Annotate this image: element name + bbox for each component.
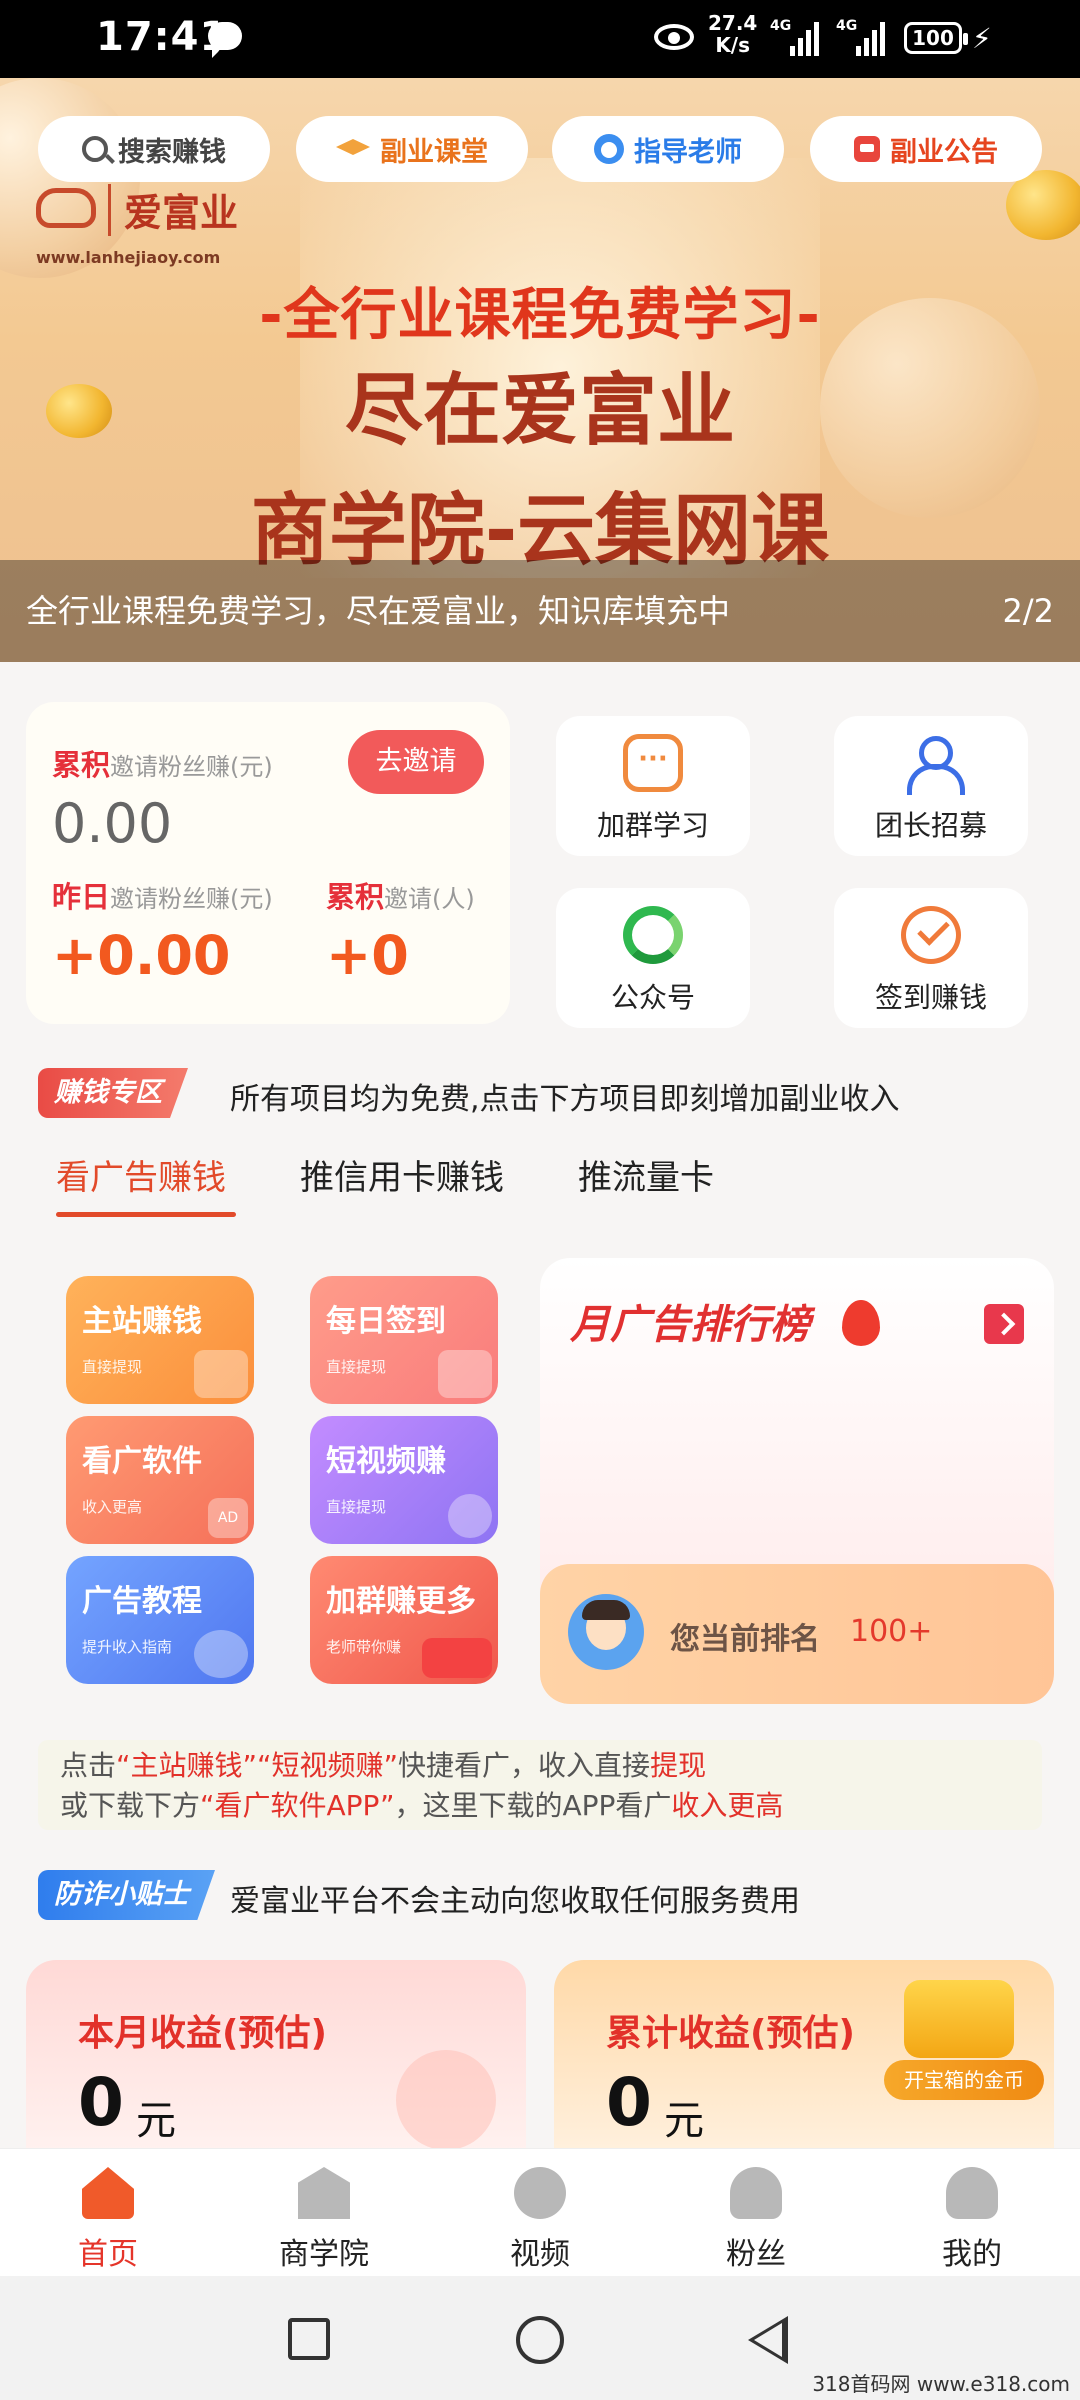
invited-count: +0: [326, 924, 409, 987]
team-icon: [901, 734, 965, 795]
signal-type-2: 4G: [836, 18, 858, 34]
fraud-tip-text: 爱富业平台不会主动向您收取任何服务费用: [230, 1884, 800, 1919]
feature-join-group-more[interactable]: 加群赚更多 老师带你赚: [310, 1556, 498, 1684]
chat-bubble-icon: [623, 734, 683, 792]
quick-tile-team-leader[interactable]: 团长招募: [834, 716, 1028, 856]
fans-icon: [730, 2167, 782, 2219]
bottom-navigation: 首页 商学院 视频 粉丝 我的: [0, 2148, 1080, 2276]
monthly-earnings-value: 0: [78, 2064, 124, 2141]
fraud-tip-tag: 防诈小贴士: [38, 1870, 215, 1920]
search-icon: [82, 136, 108, 162]
tab-watch-ads[interactable]: 看广告赚钱: [56, 1150, 226, 1199]
network-speed: 27.4 K/s: [708, 11, 758, 57]
battery-indicator: 100: [904, 22, 968, 54]
chevron-right-icon[interactable]: [984, 1304, 1024, 1344]
total-earnings-value: 0: [606, 2064, 652, 2141]
eye-comfort-icon: [654, 24, 694, 50]
signal-bars-1-icon: [790, 20, 820, 56]
home-button[interactable]: [516, 2316, 564, 2364]
notice-icon: [854, 136, 880, 162]
user-icon: [946, 2167, 998, 2219]
nav-fans[interactable]: 粉丝: [648, 2149, 864, 2277]
banner-caption: 全行业课程免费学习，尽在爱富业，知识库填充中 2/2: [0, 560, 1080, 662]
nav-home[interactable]: 首页: [0, 2149, 216, 2277]
monthly-earnings-card[interactable]: 本月收益(预估) 0 元: [26, 1960, 526, 2150]
course-pill[interactable]: 副业课堂: [296, 116, 528, 182]
avatar: [568, 1594, 644, 1670]
feature-ad-tutorial[interactable]: 广告教程 提升收入指南: [66, 1556, 254, 1684]
nav-business-school[interactable]: 商学院: [216, 2149, 432, 2277]
treasure-chest[interactable]: 开宝箱的金币: [884, 1960, 1044, 2100]
banner-page-indicator: 2/2: [1002, 592, 1055, 630]
invite-button[interactable]: 去邀请: [348, 730, 484, 794]
feature-short-video[interactable]: 短视频赚 直接提现: [310, 1416, 498, 1544]
teacher-pill[interactable]: 指导老师: [552, 116, 784, 182]
invite-stats-card: 累积邀请粉丝赚(元) 去邀请 0.00 昨日邀请粉丝赚(元) 累积邀请(人) +…: [26, 702, 510, 1024]
back-button[interactable]: [748, 2316, 788, 2364]
yesterday-earnings: +0.00: [52, 924, 231, 987]
earn-zone-text: 所有项目均为免费,点击下方项目即刻增加副业收入: [230, 1082, 900, 1117]
feature-ad-apps[interactable]: 看广软件 收入更高 AD: [66, 1416, 254, 1544]
signal-type-1: 4G: [770, 18, 792, 34]
banner-headline-1: 尽在爱富业: [344, 366, 735, 456]
search-pill[interactable]: 搜索赚钱: [38, 116, 270, 182]
quick-tile-checkin[interactable]: 签到赚钱: [834, 888, 1028, 1028]
school-icon: [298, 2167, 350, 2219]
checkin-icon: [901, 906, 961, 964]
nav-video[interactable]: 视频: [432, 2149, 648, 2277]
fire-icon: [842, 1300, 880, 1346]
status-bar: 17:41 27.4 K/s 4G 4G 100 ⚡: [0, 0, 1080, 78]
ad-tip-box: 点击“主站赚钱”“短视频赚”快捷看广，收入直接提现 或下载下方“看广软件APP”…: [38, 1740, 1042, 1830]
brand-logo-icon: [36, 188, 96, 228]
chat-dots-icon: [422, 1638, 492, 1678]
charging-icon: ⚡: [972, 22, 992, 55]
video-icon: [514, 2167, 566, 2219]
feature-daily-checkin[interactable]: 每日签到 直接提现: [310, 1276, 498, 1404]
quick-tile-join-group[interactable]: 加群学习: [556, 716, 750, 856]
monthly-ad-ranking[interactable]: 月广告排行榜 您当前排名 100+: [540, 1258, 1054, 1704]
ranking-title: 月广告排行榜: [570, 1302, 810, 1348]
ad-badge-icon: AD: [208, 1498, 248, 1538]
banner-subtitle: -全行业课程免费学习-: [259, 283, 821, 348]
gift-icon: [194, 1350, 248, 1398]
notice-pill[interactable]: 副业公告: [810, 116, 1042, 182]
wechat-icon: [623, 906, 683, 964]
tab-data-card[interactable]: 推流量卡: [578, 1150, 714, 1199]
nav-me[interactable]: 我的: [864, 2149, 1080, 2277]
recents-button[interactable]: [288, 2318, 330, 2360]
gift-box-icon: [438, 1350, 492, 1398]
treasure-chest-icon: [904, 1980, 1014, 2058]
tab-credit-card[interactable]: 推信用卡赚钱: [300, 1150, 504, 1199]
tab-active-indicator: [56, 1212, 236, 1217]
check-badge-icon: [194, 1630, 248, 1678]
feature-main-site[interactable]: 主站赚钱 直接提现: [66, 1276, 254, 1404]
message-notification-icon: [208, 22, 242, 58]
treasure-chest-label: 开宝箱的金币: [884, 2060, 1044, 2100]
my-rank-value: 100+: [850, 1614, 933, 1649]
money-bag-icon: [396, 2050, 496, 2150]
signal-bars-2-icon: [856, 20, 886, 56]
home-icon: [82, 2167, 134, 2219]
quick-tile-official-account[interactable]: 公众号: [556, 888, 750, 1028]
total-invite-earnings: 0.00: [52, 792, 173, 855]
earn-zone-tag: 赚钱专区: [38, 1068, 188, 1118]
teacher-icon: [594, 134, 624, 164]
total-earnings-card[interactable]: 累计收益(预估) 0 元 开宝箱的金币: [554, 1960, 1054, 2150]
star-icon: [448, 1494, 492, 1538]
my-rank-bar: 您当前排名 100+: [540, 1564, 1054, 1704]
watermark: 318首码网 www.e318.com: [812, 2372, 1070, 2396]
graduation-cap-icon: [336, 139, 370, 155]
